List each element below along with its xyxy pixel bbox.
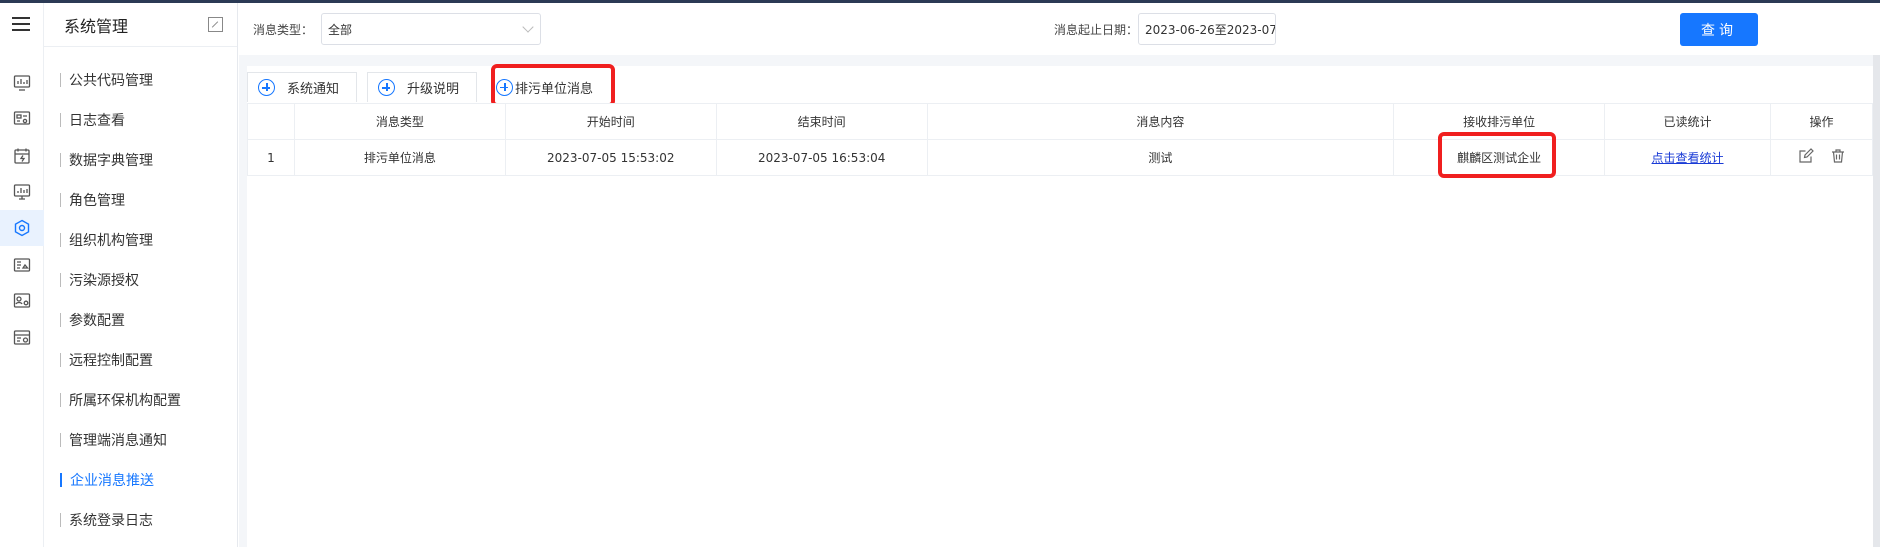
window-settings-icon[interactable]: [0, 320, 44, 356]
cell-start: 2023-07-05 15:53:02: [504, 139, 717, 176]
cell-index: 1: [247, 139, 295, 176]
sidebar-item-env-agency[interactable]: 所属环保机构配置: [60, 389, 181, 411]
sidebar-item-label: 污染源授权: [69, 273, 139, 289]
sidebar-item-label: 公共代码管理: [69, 73, 153, 89]
calendar-alert-icon[interactable]: [0, 138, 44, 174]
main-content: 消息类型： 全部 消息起止日期： 2023-06-26至2023-07- 查询 …: [239, 3, 1880, 547]
tab-enterprise-message[interactable]: 排污单位消息: [496, 72, 602, 102]
tab-label: 系统通知: [287, 82, 340, 97]
sidebar-item-log-view[interactable]: 日志查看: [60, 109, 125, 131]
tab-system-notice[interactable]: 系统通知: [247, 72, 357, 102]
tab-upgrade-notes[interactable]: 升级说明: [367, 72, 477, 102]
menu-toggle-icon[interactable]: [12, 17, 30, 31]
sidebar-item-label: 远程控制配置: [69, 353, 153, 369]
cell-content: 测试: [926, 139, 1395, 176]
add-circle-icon: [378, 79, 395, 96]
message-type-tabs: 系统通知 升级说明 排污单位消息: [247, 64, 1873, 107]
message-panel: 系统通知 升级说明 排污单位消息 消息类型 开始时间 结束时间 消息内容 接收排…: [247, 64, 1873, 547]
filter-bar: 消息类型： 全部 消息起止日期： 2023-06-26至2023-07- 查询: [239, 3, 1880, 55]
sidebar-item-data-dictionary[interactable]: 数据字典管理: [60, 149, 153, 171]
sidebar-item-label: 系统登录日志: [69, 513, 153, 529]
sidebar-item-label: 数据字典管理: [69, 153, 153, 169]
dashboard-settings-icon[interactable]: [0, 101, 44, 137]
top-accent-line: [0, 0, 1880, 3]
sidebar-item-label: 组织机构管理: [69, 233, 153, 249]
date-range-label: 消息起止日期：: [1054, 23, 1139, 37]
col-header-start: 开始时间: [504, 103, 717, 140]
col-header-type: 消息类型: [293, 103, 506, 140]
date-range-value: 2023-06-26至2023-07-: [1145, 22, 1276, 37]
sidebar-item-organization[interactable]: 组织机构管理: [60, 229, 153, 251]
col-header-read-stats: 已读统计: [1604, 103, 1771, 140]
collapse-sidebar-icon[interactable]: [208, 17, 223, 32]
tab-label: 升级说明: [407, 82, 460, 97]
add-circle-icon: [496, 78, 513, 96]
sidebar-item-parameters[interactable]: 参数配置: [60, 309, 125, 331]
query-button[interactable]: 查询: [1680, 13, 1758, 46]
type-select-value: 全部: [328, 22, 353, 37]
sidebar-item-label: 日志查看: [69, 113, 125, 129]
sidebar-item-admin-notify[interactable]: 管理端消息通知: [60, 429, 167, 451]
vertical-scrollbar[interactable]: [1873, 55, 1880, 547]
cell-actions: [1770, 139, 1873, 176]
sidebar-header: 系统管理: [44, 3, 237, 47]
table-row: 1 排污单位消息 2023-07-05 15:53:02 2023-07-05 …: [247, 139, 1873, 176]
sidebar-item-label: 企业消息推送: [70, 473, 154, 489]
col-header-actions: 操作: [1770, 103, 1873, 140]
secondary-sidebar: 系统管理 公共代码管理 日志查看 数据字典管理 角色管理 组织机构管理 污染源授…: [44, 3, 238, 547]
col-header-end: 结束时间: [715, 103, 928, 140]
profile-settings-icon[interactable]: [0, 283, 44, 319]
sidebar-item-public-code[interactable]: 公共代码管理: [60, 69, 153, 91]
sidebar-item-label: 角色管理: [69, 193, 125, 209]
cell-type: 排污单位消息: [293, 139, 506, 176]
sidebar-item-roles[interactable]: 角色管理: [60, 189, 125, 211]
tab-label: 排污单位消息: [515, 81, 594, 97]
delete-icon[interactable]: [1830, 148, 1846, 164]
chevron-down-icon: [522, 21, 534, 33]
col-header-content: 消息内容: [926, 103, 1395, 140]
sidebar-title: 系统管理: [64, 16, 129, 36]
sidebar-item-enterprise-push[interactable]: 企业消息推送: [60, 469, 154, 491]
type-select[interactable]: 全部: [321, 13, 541, 45]
icon-rail: [0, 3, 44, 547]
add-circle-icon: [258, 79, 275, 96]
cell-end: 2023-07-05 16:53:04: [715, 139, 928, 176]
gear-shield-icon[interactable]: [0, 210, 44, 246]
table-header-row: 消息类型 开始时间 结束时间 消息内容 接收排污单位 已读统计 操作: [247, 103, 1873, 140]
sidebar-item-label: 参数配置: [69, 313, 125, 329]
date-range-input[interactable]: 2023-06-26至2023-07-: [1138, 13, 1276, 45]
cell-receiver: 麒麟区测试企业: [1393, 139, 1606, 176]
image-card-icon[interactable]: [0, 247, 44, 283]
edit-icon[interactable]: [1798, 148, 1814, 164]
monitor-chart-icon[interactable]: [0, 65, 44, 101]
sidebar-item-label: 所属环保机构配置: [69, 393, 181, 409]
sidebar-item-pollution-auth[interactable]: 污染源授权: [60, 269, 139, 291]
sidebar-item-label: 管理端消息通知: [69, 433, 167, 449]
message-table: 消息类型 开始时间 结束时间 消息内容 接收排污单位 已读统计 操作 1 排污单…: [247, 103, 1873, 176]
display-chart-icon[interactable]: [0, 174, 44, 210]
cell-read-stats: 点击查看统计: [1604, 139, 1771, 176]
sidebar-item-remote-control[interactable]: 远程控制配置: [60, 349, 153, 371]
col-header-index: [247, 103, 295, 140]
col-header-receiver: 接收排污单位: [1393, 103, 1606, 140]
type-filter-label: 消息类型：: [253, 23, 314, 37]
sidebar-item-login-log[interactable]: 系统登录日志: [60, 509, 153, 531]
view-stats-link[interactable]: 点击查看统计: [1652, 151, 1724, 165]
